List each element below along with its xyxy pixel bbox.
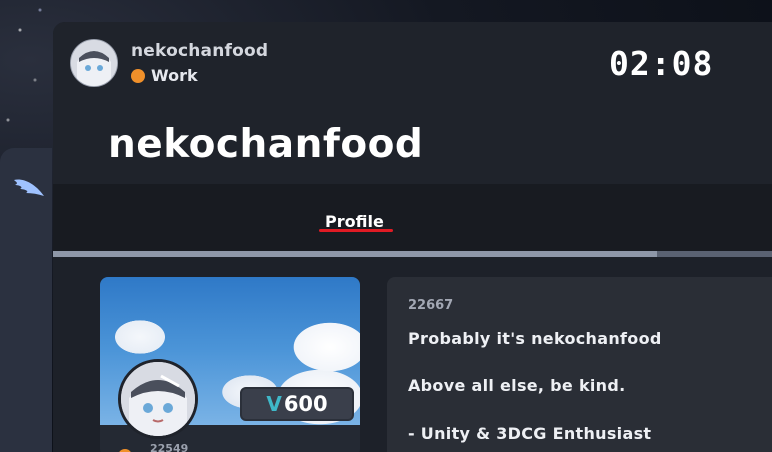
avatar bbox=[118, 359, 198, 439]
card-id: 22549 bbox=[150, 442, 189, 452]
status-label: Work bbox=[151, 66, 198, 85]
clock: 02:08 bbox=[609, 44, 714, 83]
tab-bar: Profile bbox=[53, 184, 772, 251]
price-badge: V 600 bbox=[240, 387, 354, 421]
username: nekochanfood bbox=[131, 41, 269, 61]
wing-icon[interactable] bbox=[12, 176, 48, 200]
status-indicator: Work bbox=[131, 66, 198, 85]
left-sidebar bbox=[0, 148, 52, 452]
bio-line: Above all else, be kind. bbox=[408, 376, 626, 395]
profile-content: V 600 22549 22667 Probably it's nekochan… bbox=[53, 257, 772, 452]
profile-header: nekochanfood Work 02:08 nekochanfood bbox=[53, 22, 772, 184]
bio-line: Probably it's nekochanfood bbox=[408, 329, 662, 348]
active-tab-indicator bbox=[319, 229, 393, 232]
page-title: nekochanfood bbox=[108, 122, 424, 167]
avatar[interactable] bbox=[70, 39, 118, 87]
profile-window: nekochanfood Work 02:08 nekochanfood Pro… bbox=[53, 22, 772, 452]
profile-card[interactable]: V 600 22549 bbox=[100, 277, 360, 452]
currency-v-icon: V bbox=[266, 392, 282, 416]
profile-id: 22667 bbox=[408, 298, 454, 313]
bio-line: - Unity & 3DCG Enthusiast bbox=[408, 424, 652, 443]
price-value: 600 bbox=[283, 392, 328, 416]
status-dot bbox=[131, 68, 145, 83]
bio-panel: 22667 Probably it's nekochanfood Above a… bbox=[387, 277, 772, 452]
